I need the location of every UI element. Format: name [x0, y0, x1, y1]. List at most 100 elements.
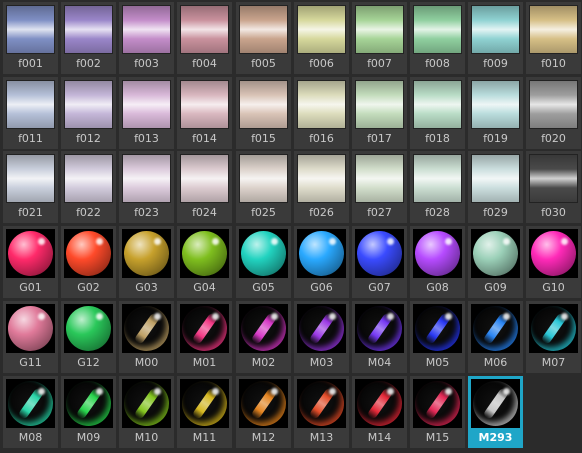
specular-highlight [154, 313, 161, 320]
material-label: G01 [19, 281, 42, 294]
material-swatch-f019[interactable]: f019 [468, 77, 523, 149]
material-swatch-g11[interactable]: G11 [3, 301, 58, 373]
material-swatch-f023[interactable]: f023 [119, 151, 174, 223]
material-swatch-g09[interactable]: G09 [468, 226, 523, 298]
material-swatch-f003[interactable]: f003 [119, 2, 174, 74]
material-swatch-f017[interactable]: f017 [352, 77, 407, 149]
material-sphere [473, 231, 518, 276]
material-swatch-m03[interactable]: M03 [294, 301, 349, 373]
material-sphere [66, 306, 111, 351]
material-swatch-f030[interactable]: f030 [526, 151, 581, 223]
material-swatch-m14[interactable]: M14 [352, 376, 407, 448]
material-preview [471, 379, 520, 428]
material-preview [64, 154, 113, 203]
material-label: M05 [425, 356, 450, 369]
material-label: f022 [76, 206, 101, 219]
material-label: f024 [192, 206, 217, 219]
material-swatch-g08[interactable]: G08 [410, 226, 465, 298]
material-swatch-m09[interactable]: M09 [61, 376, 116, 448]
material-swatch-m08[interactable]: M08 [3, 376, 58, 448]
material-swatch-g07[interactable]: G07 [352, 226, 407, 298]
material-swatch-m15[interactable]: M15 [410, 376, 465, 448]
rim-light [124, 381, 169, 426]
material-preview [529, 154, 578, 203]
material-swatch-m12[interactable]: M12 [236, 376, 291, 448]
material-swatch-f006[interactable]: f006 [294, 2, 349, 74]
material-swatch-f009[interactable]: f009 [468, 2, 523, 74]
material-swatch-f020[interactable]: f020 [526, 77, 581, 149]
material-swatch-f007[interactable]: f007 [352, 2, 407, 74]
material-swatch-g06[interactable]: G06 [294, 226, 349, 298]
specular-highlight [561, 238, 568, 245]
material-swatch-g03[interactable]: G03 [119, 226, 174, 298]
material-swatch-f008[interactable]: f008 [410, 2, 465, 74]
material-swatch-g01[interactable]: G01 [3, 226, 58, 298]
material-swatch-f005[interactable]: f005 [236, 2, 291, 74]
material-preview [413, 80, 462, 129]
rim-light [415, 381, 460, 426]
material-swatch-m13[interactable]: M13 [294, 376, 349, 448]
material-swatch-m00[interactable]: M00 [119, 301, 174, 373]
material-preview [471, 154, 520, 203]
material-swatch-f021[interactable]: f021 [3, 151, 58, 223]
rim-light [182, 381, 227, 426]
material-sphere [415, 381, 460, 426]
specular-highlight [329, 238, 336, 245]
material-sphere [299, 231, 344, 276]
material-label: G05 [252, 281, 275, 294]
material-sphere [8, 231, 53, 276]
material-swatch-f026[interactable]: f026 [294, 151, 349, 223]
material-label: G12 [77, 356, 100, 369]
rim-light [241, 306, 286, 351]
material-swatch-f018[interactable]: f018 [410, 77, 465, 149]
material-swatch-f016[interactable]: f016 [294, 77, 349, 149]
material-swatch-m01[interactable]: M01 [177, 301, 232, 373]
material-sphere [531, 306, 576, 351]
rim-light [241, 381, 286, 426]
material-swatch-m04[interactable]: M04 [352, 301, 407, 373]
material-swatch-f011[interactable]: f011 [3, 77, 58, 149]
material-swatch-f002[interactable]: f002 [61, 2, 116, 74]
material-swatch-f012[interactable]: f012 [61, 77, 116, 149]
material-swatch-f014[interactable]: f014 [177, 77, 232, 149]
material-swatch-m02[interactable]: M02 [236, 301, 291, 373]
material-swatch-f010[interactable]: f010 [526, 2, 581, 74]
specular-highlight [445, 388, 452, 395]
material-swatch-f029[interactable]: f029 [468, 151, 523, 223]
material-swatch-f001[interactable]: f001 [3, 2, 58, 74]
material-swatch-g12[interactable]: G12 [61, 301, 116, 373]
material-swatch-m05[interactable]: M05 [410, 301, 465, 373]
material-label: M07 [541, 356, 566, 369]
material-swatch-f028[interactable]: f028 [410, 151, 465, 223]
material-label: G09 [484, 281, 507, 294]
material-swatch-f025[interactable]: f025 [236, 151, 291, 223]
material-preview [413, 379, 462, 428]
material-swatch-m10[interactable]: M10 [119, 376, 174, 448]
material-swatch-m06[interactable]: M06 [468, 301, 523, 373]
material-swatch-f022[interactable]: f022 [61, 151, 116, 223]
material-swatch-f013[interactable]: f013 [119, 77, 174, 149]
material-label: M00 [134, 356, 159, 369]
material-swatch-f027[interactable]: f027 [352, 151, 407, 223]
material-preview [413, 5, 462, 54]
material-swatch-g02[interactable]: G02 [61, 226, 116, 298]
material-swatch-g04[interactable]: G04 [177, 226, 232, 298]
specular-highlight [38, 388, 45, 395]
rim-light [473, 306, 518, 351]
material-swatch-g10[interactable]: G10 [526, 226, 581, 298]
material-preview [239, 229, 288, 278]
material-label: G10 [542, 281, 565, 294]
material-swatch-g05[interactable]: G05 [236, 226, 291, 298]
rim-light [531, 306, 576, 351]
material-swatch-m07[interactable]: M07 [526, 301, 581, 373]
material-preview [355, 80, 404, 129]
specular-highlight [271, 238, 278, 245]
material-label: f004 [192, 57, 217, 70]
material-swatch-f024[interactable]: f024 [177, 151, 232, 223]
material-swatch-f004[interactable]: f004 [177, 2, 232, 74]
material-sphere [8, 381, 53, 426]
material-swatch-m11[interactable]: M11 [177, 376, 232, 448]
material-swatch-f015[interactable]: f015 [236, 77, 291, 149]
material-swatch-m293[interactable]: M293 [468, 376, 523, 448]
material-label: M293 [478, 431, 513, 444]
